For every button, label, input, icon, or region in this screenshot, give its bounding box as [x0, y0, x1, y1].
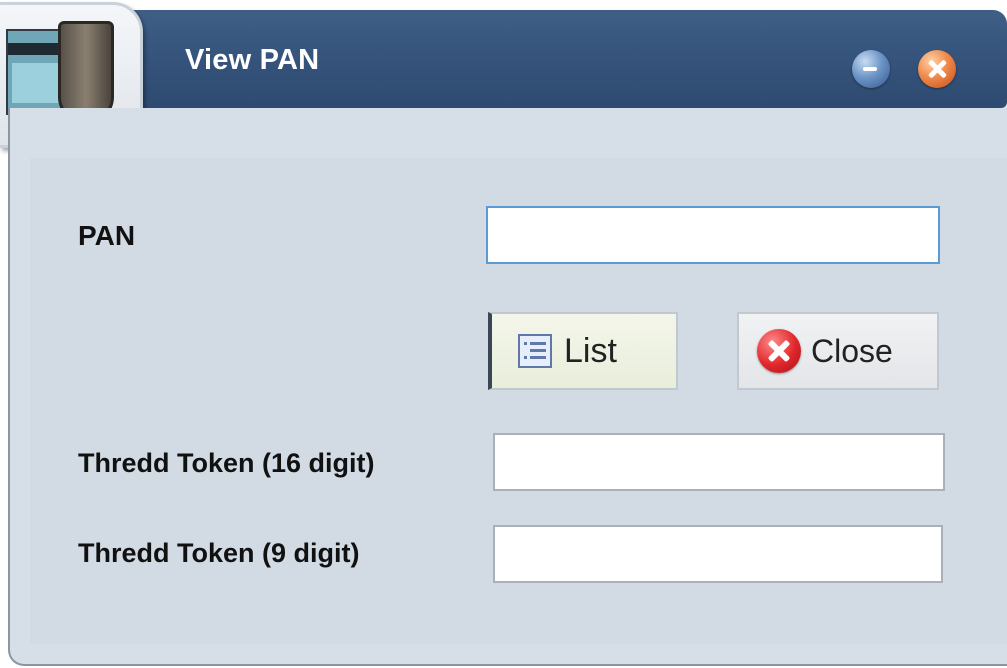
view-pan-window: View PAN PAN List Close Thredd Token (16…	[0, 0, 1007, 668]
window-close-icon[interactable]	[918, 50, 956, 88]
pan-label: PAN	[78, 220, 136, 251]
minimize-icon[interactable]	[852, 50, 890, 88]
list-icon	[518, 334, 552, 368]
token9-label: Thredd Token (9 digit)	[78, 538, 360, 568]
close-button[interactable]: Close	[737, 312, 939, 390]
token16-input[interactable]	[493, 433, 945, 491]
window-title: View PAN	[185, 44, 320, 76]
token9-input[interactable]	[493, 525, 943, 583]
token16-label: Thredd Token (16 digit)	[78, 448, 375, 478]
close-x-icon	[757, 329, 801, 373]
pan-input[interactable]	[486, 206, 940, 264]
list-button-label: List	[564, 331, 617, 370]
list-button[interactable]: List	[488, 312, 678, 390]
close-button-label: Close	[811, 332, 893, 369]
